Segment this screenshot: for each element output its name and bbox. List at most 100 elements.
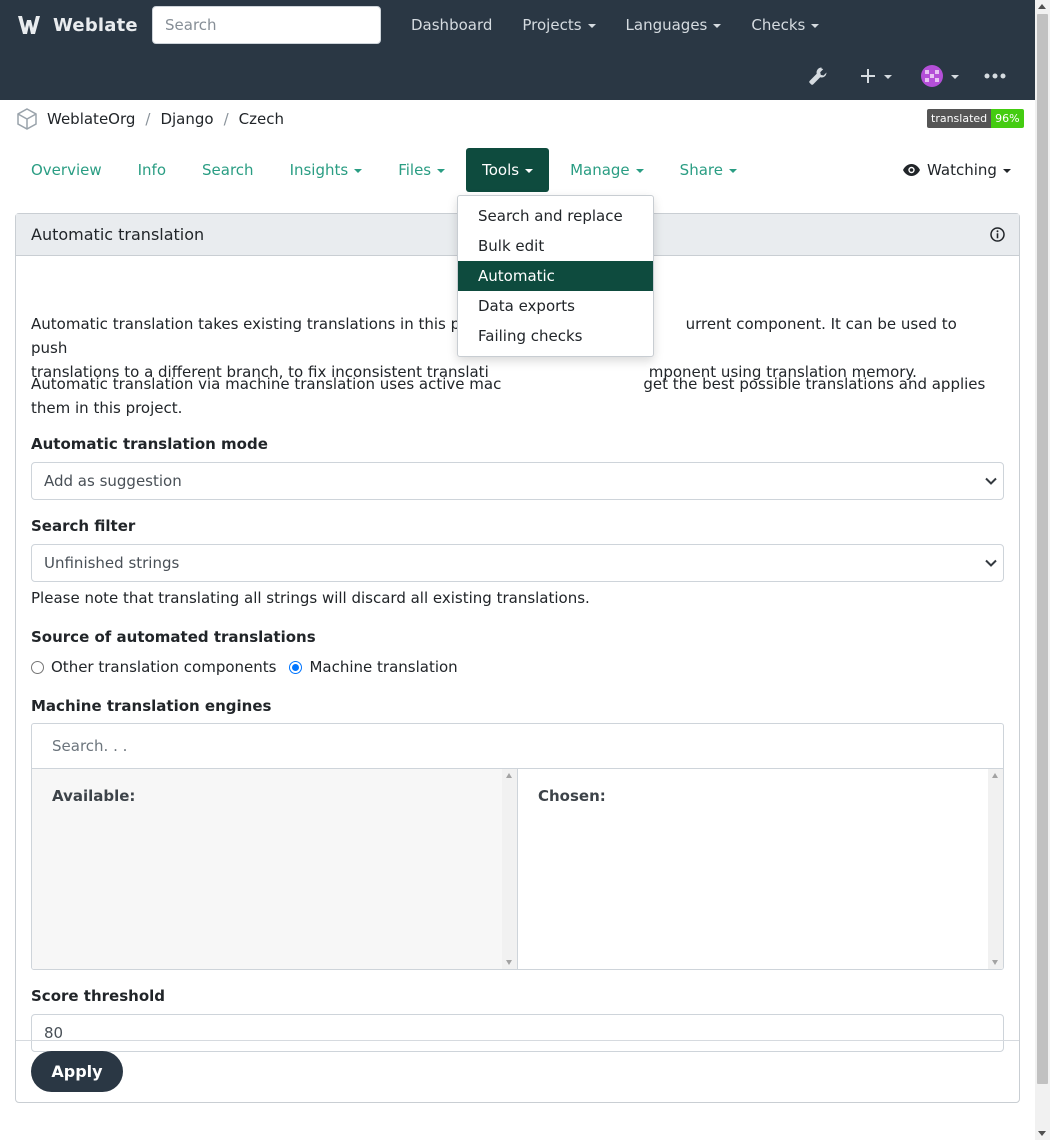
tab-share-label: Share: [679, 161, 723, 179]
radio-other-components-label[interactable]: Other translation components: [51, 658, 276, 676]
menu-item-automatic-translation[interactable]: Automatic translation: [458, 261, 653, 315]
available-scrollbar[interactable]: [502, 769, 517, 969]
filter-select-value: Unfinished strings: [44, 554, 180, 572]
breadcrumb-language[interactable]: Czech: [239, 110, 284, 128]
nav-projects[interactable]: Projects: [507, 16, 610, 34]
scroll-down-arrow-icon[interactable]: [1038, 1131, 1046, 1136]
add-menu[interactable]: [860, 63, 892, 89]
chevron-down-icon: [985, 477, 997, 485]
translation-status-badge[interactable]: translated 96%: [927, 109, 1024, 128]
plus-icon: [861, 69, 875, 83]
caret-down-icon: [884, 75, 892, 79]
tab-info-label: Info: [137, 161, 167, 179]
scroll-up-arrow-icon[interactable]: [992, 773, 998, 778]
watching-label: Watching: [927, 161, 997, 179]
radio-other-components[interactable]: [31, 660, 44, 674]
caret-down-icon: [354, 169, 363, 173]
available-heading: Available:: [52, 787, 136, 805]
component-tabs: Overview Info Search Insights Files Tool…: [16, 148, 758, 192]
tab-manage-label: Manage: [570, 161, 630, 179]
description-paragraph-2: Automatic translation via machine transl…: [31, 372, 996, 420]
tools-dropdown-menu: Search and replace Bulk edit Automatic t…: [457, 195, 654, 357]
chosen-heading: Chosen:: [538, 787, 606, 805]
brand[interactable]: Weblate: [16, 10, 138, 40]
user-menu[interactable]: [921, 63, 959, 89]
tab-insights[interactable]: Insights: [275, 148, 378, 192]
mode-select[interactable]: Add as suggestion: [31, 462, 1004, 500]
engines-search-input[interactable]: Search. . .: [32, 724, 1003, 769]
chevron-down-icon: [985, 559, 997, 567]
tab-overview-label: Overview: [31, 161, 102, 179]
engines-chosen-list[interactable]: Chosen:: [518, 769, 1003, 969]
more-dots-icon: [984, 73, 1006, 79]
tab-share[interactable]: Share: [665, 148, 752, 192]
tab-files[interactable]: Files: [383, 148, 460, 192]
para2-line1-right: get the best possible translations and a…: [643, 375, 986, 393]
tab-manage[interactable]: Manage: [555, 148, 659, 192]
nav-dashboard-label: Dashboard: [411, 16, 493, 34]
nav-dashboard[interactable]: Dashboard: [396, 16, 507, 34]
top-navbar: Weblate Dashboard Projects Languages Che…: [0, 0, 1035, 100]
page-scrollbar[interactable]: [1035, 0, 1050, 1140]
tab-overview[interactable]: Overview: [16, 148, 117, 192]
tab-tools-label: Tools: [482, 161, 520, 179]
caret-down-icon: [437, 169, 446, 173]
filter-label: Search filter: [31, 517, 136, 535]
nav-checks[interactable]: Checks: [736, 16, 834, 34]
tab-search[interactable]: Search: [187, 148, 269, 192]
mode-select-value: Add as suggestion: [44, 472, 182, 490]
scroll-down-arrow-icon[interactable]: [992, 960, 998, 965]
breadcrumb-separator: /: [145, 110, 151, 128]
caret-down-icon: [811, 24, 820, 28]
badge-label: translated: [927, 109, 992, 128]
breadcrumb-component[interactable]: Django: [160, 110, 213, 128]
avatar-icon: [921, 65, 943, 87]
scroll-up-arrow-icon[interactable]: [506, 773, 512, 778]
menu-item-data-exports[interactable]: Data exports: [458, 291, 653, 321]
brand-name: Weblate: [53, 14, 138, 36]
filter-note: Please note that translating all strings…: [31, 589, 590, 607]
caret-down-icon: [713, 24, 722, 28]
breadcrumb: WeblateOrg / Django / Czech: [16, 106, 284, 132]
menu-item-bulk-edit[interactable]: Bulk edit: [458, 231, 653, 261]
radio-machine-translation[interactable]: [289, 660, 303, 674]
project-cube-icon: [17, 108, 37, 130]
info-icon[interactable]: [990, 227, 1005, 242]
caret-down-icon: [728, 169, 737, 173]
weblate-logo-icon: [18, 16, 40, 34]
wrench-icon[interactable]: [808, 63, 828, 89]
source-radio-group: Other translation components Machine tra…: [31, 658, 471, 676]
more-icon[interactable]: [984, 63, 1006, 89]
wrench-icon-svg: [809, 67, 827, 85]
tab-info[interactable]: Info: [123, 148, 181, 192]
panel-title: Automatic translation: [31, 225, 205, 244]
radio-machine-translation-label[interactable]: Machine translation: [309, 658, 457, 676]
nav-projects-label: Projects: [522, 16, 582, 34]
scroll-up-arrow-icon[interactable]: [1038, 4, 1046, 9]
global-search-input[interactable]: [152, 6, 381, 44]
nav-checks-label: Checks: [751, 16, 806, 34]
scroll-thumb[interactable]: [1037, 14, 1048, 1084]
caret-down-icon: [635, 169, 644, 173]
nav-languages-label: Languages: [625, 16, 708, 34]
caret-down-icon: [525, 169, 534, 173]
threshold-label: Score threshold: [31, 987, 166, 1005]
tab-tools[interactable]: Tools: [466, 148, 550, 192]
apply-button[interactable]: Apply: [31, 1051, 123, 1092]
menu-item-failing-checks[interactable]: Failing checks: [458, 321, 653, 351]
eye-icon: [903, 164, 920, 176]
nav-languages[interactable]: Languages: [611, 16, 737, 34]
chosen-scrollbar[interactable]: [988, 769, 1003, 969]
source-label: Source of automated translations: [31, 628, 316, 646]
filter-select[interactable]: Unfinished strings: [31, 544, 1004, 582]
breadcrumb-project[interactable]: WeblateOrg: [47, 110, 135, 128]
watching-button[interactable]: Watching: [903, 148, 1011, 192]
scroll-down-arrow-icon[interactable]: [506, 960, 512, 965]
menu-item-search-replace[interactable]: Search and replace: [458, 201, 653, 231]
engines-available-list[interactable]: Available:: [32, 769, 518, 969]
breadcrumb-separator: /: [223, 110, 229, 128]
caret-down-icon: [951, 75, 959, 79]
tab-files-label: Files: [398, 161, 432, 179]
caret-down-icon: [1002, 169, 1011, 173]
caret-down-icon: [587, 24, 596, 28]
